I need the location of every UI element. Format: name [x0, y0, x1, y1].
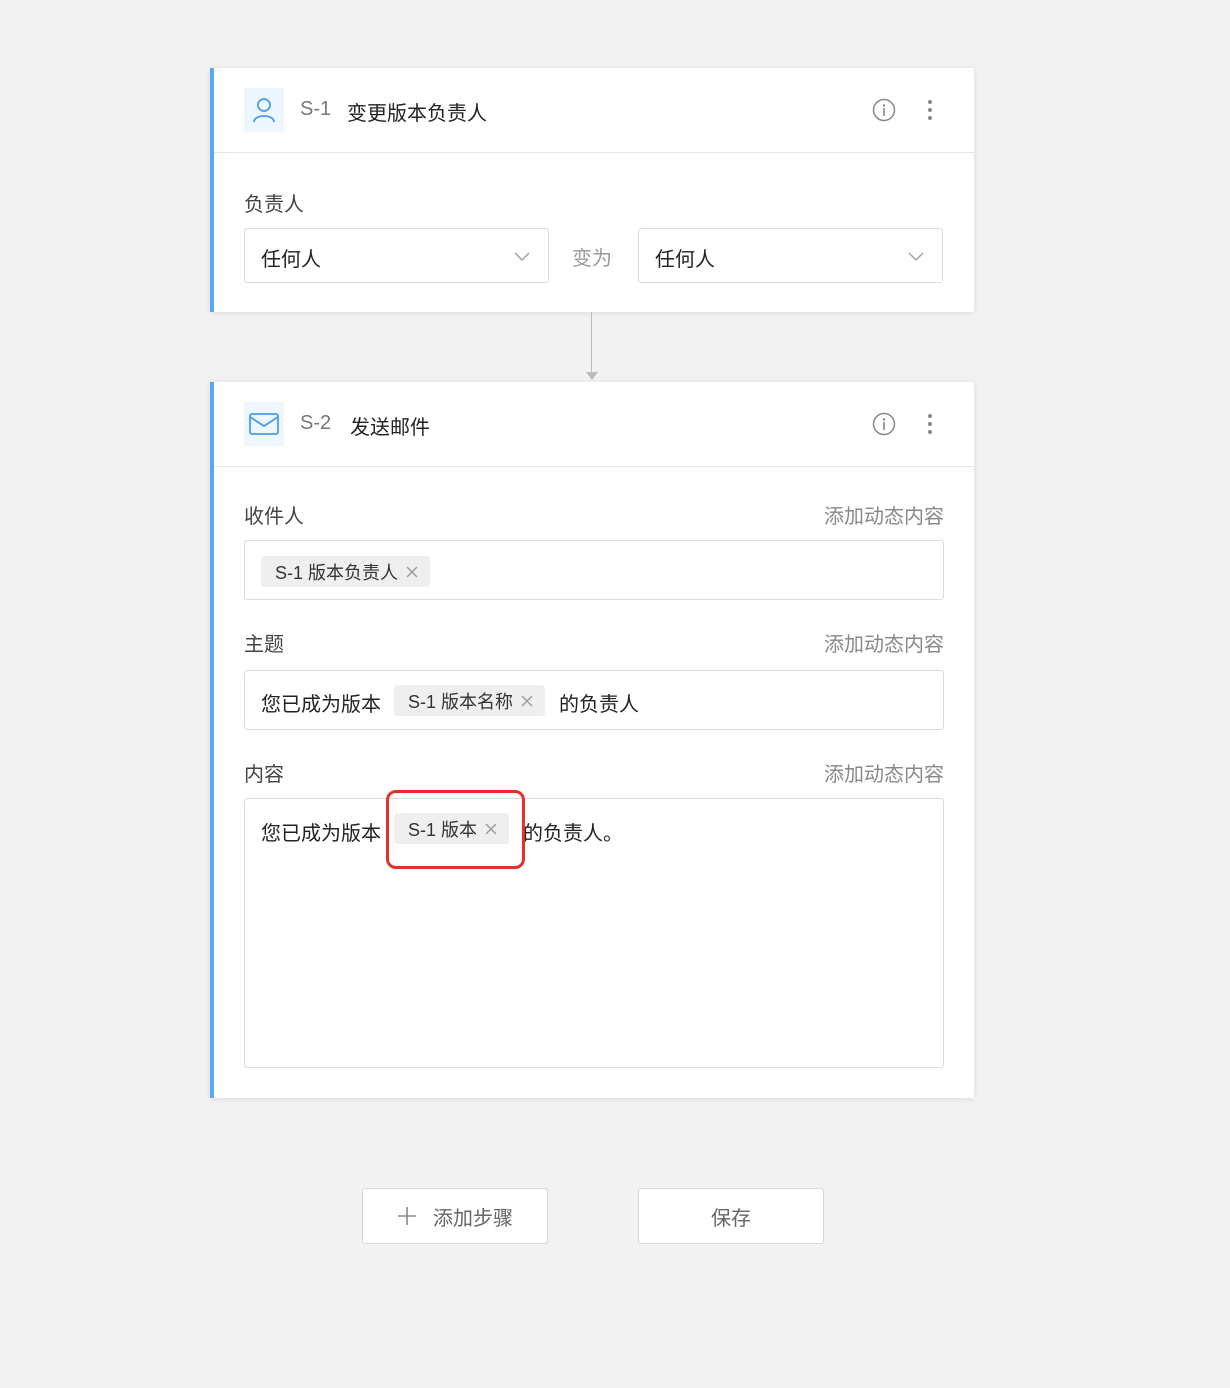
content-prefix-text: 您已成为版本	[261, 823, 381, 845]
recipients-field[interactable]: S-1 版本负责人	[244, 540, 944, 600]
content-label: 内容	[244, 764, 284, 786]
chevron-down-icon	[908, 249, 924, 267]
step-title: 发送邮件	[350, 417, 430, 439]
plus-icon	[397, 1206, 417, 1226]
step-id: S-2	[300, 412, 332, 434]
add-dynamic-content-link[interactable]: 添加动态内容	[824, 758, 944, 787]
connector-arrow-icon	[586, 372, 598, 380]
step-card-s1: S-1 变更版本负责人 负责人 任何人 变为 任何人	[210, 68, 974, 312]
content-suffix-text: 的负责人。	[523, 823, 623, 845]
tag-label: S-1 版本名称	[408, 691, 514, 712]
more-vertical-icon[interactable]	[926, 412, 934, 441]
to-assignee-select[interactable]: 任何人	[638, 228, 943, 283]
subject-label: 主题	[244, 634, 284, 656]
assignee-label: 负责人	[244, 194, 304, 216]
select-value: 任何人	[655, 249, 715, 271]
add-step-button[interactable]: 添加步骤	[362, 1188, 548, 1244]
more-vertical-icon[interactable]	[926, 98, 934, 127]
chevron-down-icon	[514, 249, 530, 267]
recipient-tag: S-1 版本负责人	[261, 556, 431, 587]
step-header: S-2 发送邮件	[214, 382, 974, 467]
select-value: 任何人	[261, 249, 321, 271]
content-textarea[interactable]: 您已成为版本 S-1 版本 的负责人。	[244, 798, 944, 1068]
from-assignee-select[interactable]: 任何人	[244, 228, 549, 283]
save-button[interactable]: 保存	[638, 1188, 824, 1244]
close-icon[interactable]	[406, 566, 418, 578]
step-header: S-1 变更版本负责人	[214, 68, 974, 153]
step-card-s2: S-2 发送邮件 收件人 添加动态内容 S-1 版本负责人 主题 添加动态内容 …	[210, 382, 974, 1098]
change-to-label: 变为	[572, 248, 612, 270]
close-icon[interactable]	[521, 695, 533, 707]
user-icon	[244, 88, 284, 132]
subject-tag: S-1 版本名称	[394, 685, 546, 716]
add-dynamic-content-link[interactable]: 添加动态内容	[824, 628, 944, 657]
mail-icon	[244, 402, 284, 446]
highlight-box	[386, 790, 525, 869]
subject-suffix-text: 的负责人	[559, 694, 639, 716]
add-dynamic-content-link[interactable]: 添加动态内容	[824, 500, 944, 529]
recipients-label: 收件人	[244, 506, 304, 528]
step-id: S-1	[300, 98, 332, 120]
add-step-label: 添加步骤	[433, 1207, 513, 1230]
save-label: 保存	[711, 1207, 751, 1230]
subject-field[interactable]: 您已成为版本 S-1 版本名称 的负责人	[244, 670, 944, 730]
info-icon[interactable]	[872, 98, 896, 127]
step-title: 变更版本负责人	[347, 103, 487, 125]
tag-label: S-1 版本负责人	[275, 562, 399, 583]
subject-prefix-text: 您已成为版本	[261, 694, 381, 716]
step-connector-line	[591, 312, 592, 374]
info-icon[interactable]	[872, 412, 896, 441]
